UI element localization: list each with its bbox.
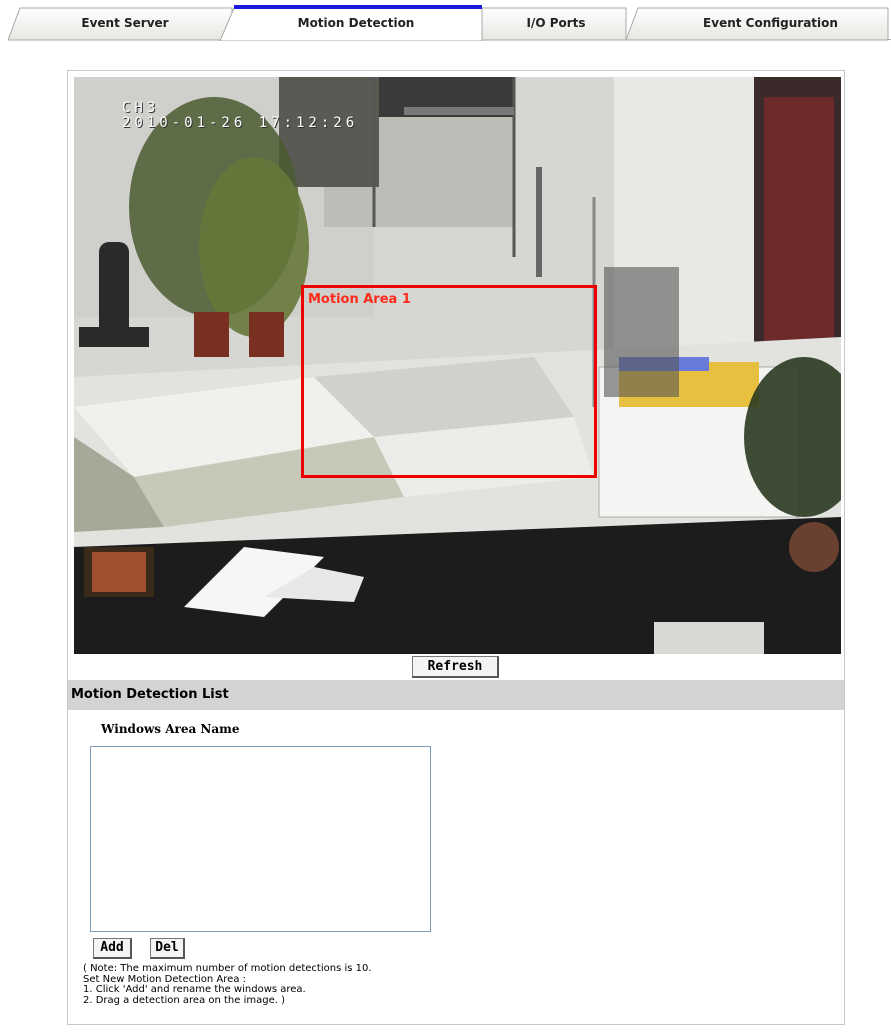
tab-event-configuration[interactable]: Event Configuration — [678, 16, 863, 30]
motion-area-box[interactable]: Motion Area 1 — [301, 285, 597, 478]
motion-detection-list-header: Motion Detection List — [68, 680, 844, 710]
windows-area-name-label: Windows Area Name — [101, 722, 240, 736]
tab-io-ports[interactable]: I/O Ports — [504, 16, 608, 30]
note-line: ( Note: The maximum number of motion det… — [83, 963, 372, 974]
tab-bar: Event Server Motion Detection I/O Ports … — [8, 5, 891, 41]
camera-osd: CH3 2010-01-26 17:12:26 — [122, 101, 358, 131]
camera-view[interactable]: CH3 2010-01-26 17:12:26 Motion Area 1 — [74, 77, 841, 654]
camera-timestamp: 2010-01-26 17:12:26 — [122, 115, 359, 131]
tab-motion-detection[interactable]: Motion Detection — [276, 16, 436, 30]
motion-detection-panel: CH3 2010-01-26 17:12:26 Motion Area 1 Re… — [67, 70, 845, 1025]
refresh-button[interactable]: Refresh — [412, 656, 499, 678]
add-button[interactable]: Add — [93, 938, 132, 959]
tab-event-server[interactable]: Event Server — [60, 16, 190, 30]
del-button[interactable]: Del — [150, 938, 185, 959]
camera-channel: CH3 — [122, 100, 160, 116]
note-line: Set New Motion Detection Area : — [83, 973, 246, 985]
note-line: 2. Drag a detection area on the image. ) — [83, 994, 286, 1006]
note-line: 1. Click 'Add' and rename the windows ar… — [83, 984, 306, 995]
motion-area-label: Motion Area 1 — [308, 292, 411, 307]
windows-area-listbox[interactable] — [90, 746, 431, 932]
notes-text: ( Note: The maximum number of motion det… — [83, 963, 372, 1006]
